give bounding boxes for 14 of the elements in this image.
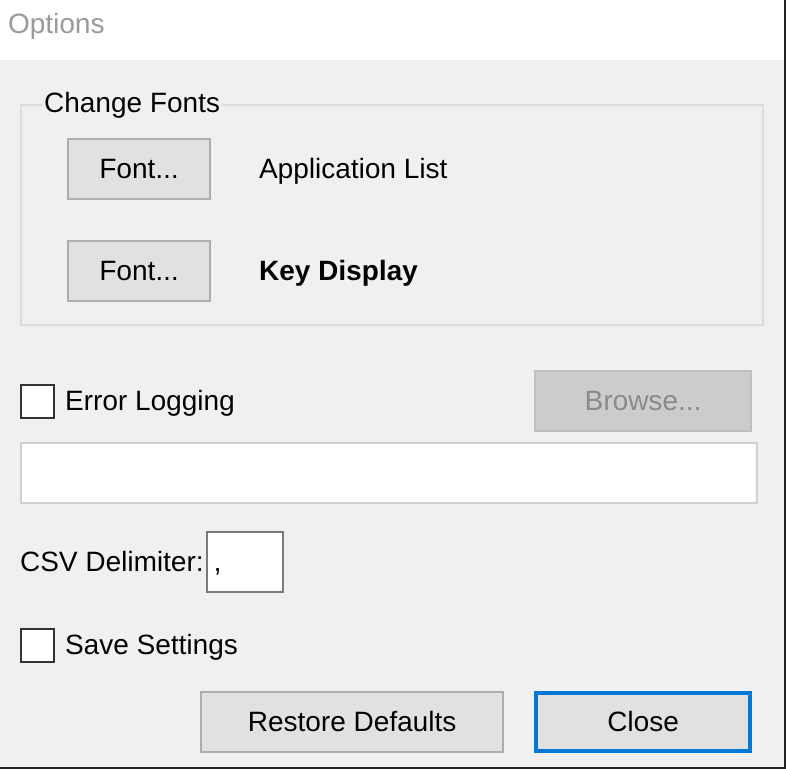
font-button[interactable]: Font... — [67, 240, 211, 302]
input-field[interactable]: , — [206, 531, 284, 593]
field-label: CSV Delimiter: — [20, 545, 204, 579]
window-title: Options — [8, 7, 104, 41]
input-field[interactable] — [20, 442, 758, 504]
checkbox-label: Save Settings — [65, 628, 238, 662]
font-button[interactable]: Font... — [67, 138, 211, 200]
font-sample-label: Application List — [259, 152, 448, 186]
checkbox-label: Error Logging — [65, 384, 235, 418]
font-sample-label: Key Display — [259, 254, 418, 288]
restore-defaults-button[interactable]: Restore Defaults — [200, 691, 504, 753]
checkbox[interactable] — [20, 384, 55, 418]
close-button[interactable]: Close — [534, 691, 752, 753]
checkbox[interactable] — [20, 628, 55, 662]
